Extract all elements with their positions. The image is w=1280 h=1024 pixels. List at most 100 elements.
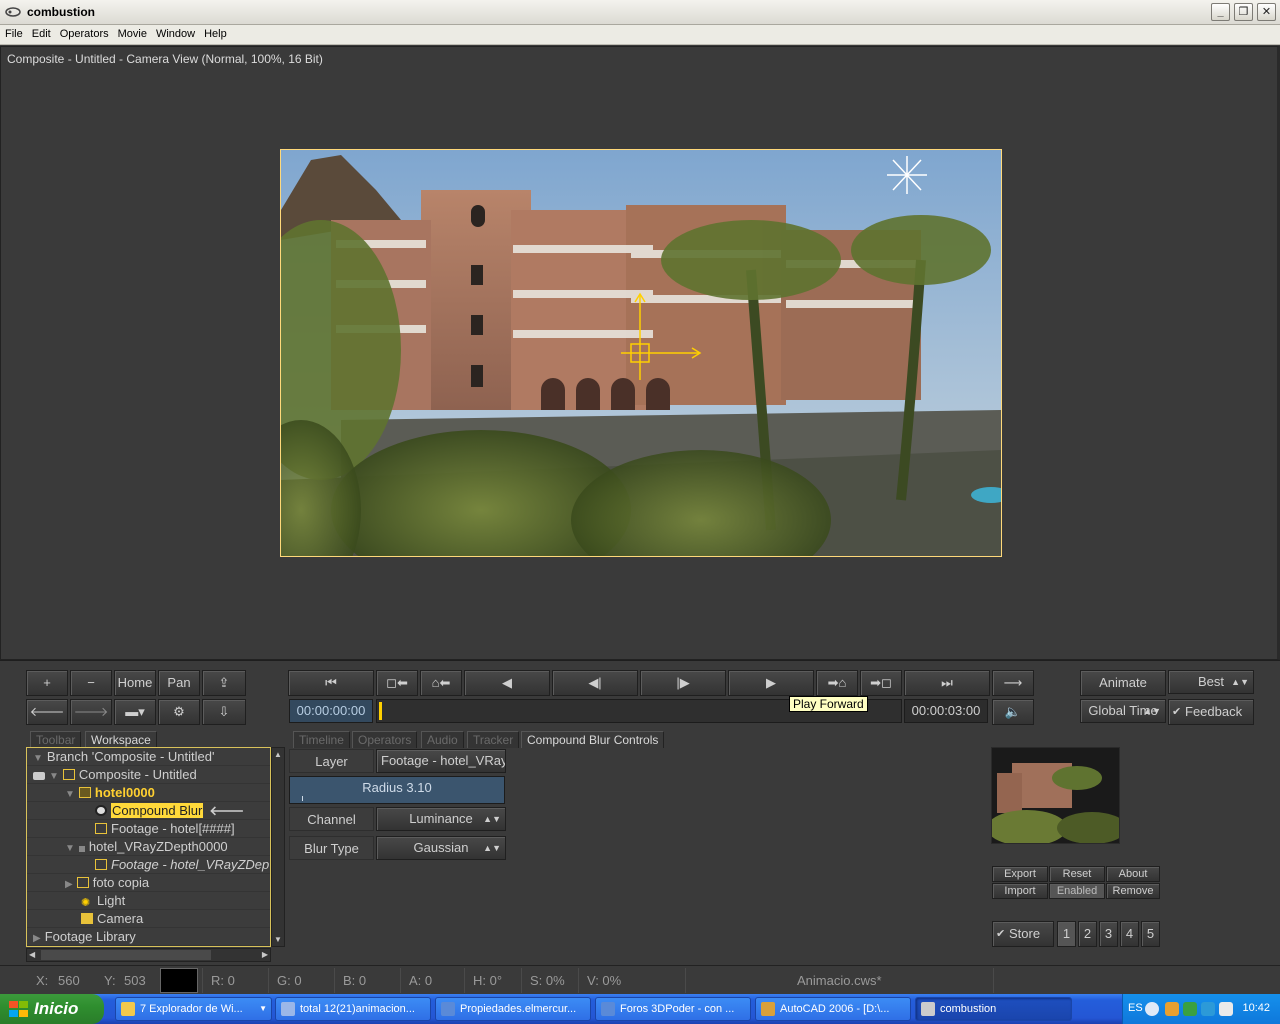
tray-volume-icon[interactable]	[1219, 1002, 1233, 1016]
eye-icon[interactable]	[33, 772, 45, 780]
red-value: R: 0	[211, 973, 235, 988]
workspace-filename: Animacio.cws*	[797, 973, 882, 988]
tree-item-hotel-layer[interactable]: ▼ hotel0000	[27, 784, 270, 802]
menu-help[interactable]: Help	[199, 25, 231, 40]
store-slot-1[interactable]: 1	[1057, 921, 1076, 947]
tree-item-composite[interactable]: ▼ Composite - Untitled	[27, 766, 270, 784]
tree-vertical-scrollbar[interactable]: ▲ ▼	[271, 747, 285, 947]
loop-icon[interactable]: ⟶	[992, 670, 1034, 696]
store-slot-2[interactable]: 2	[1078, 921, 1097, 947]
prev-key-icon[interactable]: ◻⬅	[376, 670, 418, 696]
task-propiedades[interactable]: Propiedades.elmercur...	[435, 997, 591, 1021]
store-slot-4[interactable]: 4	[1120, 921, 1139, 947]
tray-expand-icon[interactable]	[1145, 1002, 1159, 1016]
tab-compound-blur-controls[interactable]: Compound Blur Controls	[521, 731, 665, 748]
store-checkbox[interactable]: ✔ Store	[992, 921, 1054, 947]
download-icon[interactable]: ⇩	[202, 699, 246, 725]
store-slot-3[interactable]: 3	[1099, 921, 1118, 947]
composite-frame[interactable]	[280, 149, 1002, 557]
play-reverse-icon[interactable]: ◀	[464, 670, 550, 696]
tab-workspace[interactable]: Workspace	[85, 731, 157, 748]
reset-button[interactable]: Reset	[1049, 866, 1105, 882]
menu-window[interactable]: Window	[151, 25, 199, 40]
tree-item-foto-copia[interactable]: ▶ foto copia	[27, 874, 270, 892]
tree-horizontal-scrollbar[interactable]: ◀ ▶	[26, 948, 271, 962]
task-total[interactable]: total 12(21)animacion...	[275, 997, 431, 1021]
tab-audio[interactable]: Audio	[421, 731, 464, 748]
back-arrow-icon[interactable]: 🡐	[26, 699, 68, 725]
channel-dropdown[interactable]: Luminance ▲▼	[376, 807, 506, 831]
start-button[interactable]: Inicio	[0, 994, 104, 1024]
zoom-in-button[interactable]: +	[26, 670, 68, 696]
playhead[interactable]	[379, 702, 382, 720]
go-to-start-icon[interactable]: ⏮	[288, 670, 374, 696]
enabled-button[interactable]: Enabled	[1049, 883, 1105, 899]
scroll-right-icon[interactable]: ▶	[262, 950, 268, 959]
blur-type-dropdown[interactable]: Gaussian ▲▼	[376, 836, 506, 860]
operator-icon	[95, 805, 107, 816]
task-autocad[interactable]: AutoCAD 2006 - [D:\...	[755, 997, 911, 1021]
import-button[interactable]: Import	[992, 883, 1048, 899]
menu-movie[interactable]: Movie	[113, 25, 151, 40]
export-button[interactable]: Export	[992, 866, 1048, 882]
task-foros[interactable]: Foros 3DPoder - con ...	[595, 997, 751, 1021]
scroll-left-icon[interactable]: ◀	[29, 950, 35, 959]
task-combustion[interactable]: combustion	[915, 997, 1072, 1021]
play-forward-icon[interactable]: ▶	[728, 670, 814, 696]
tree-item-compound-blur[interactable]: Compound Blur 🡐	[27, 802, 270, 820]
about-button[interactable]: About	[1106, 866, 1160, 882]
tree-item-footage-hotel[interactable]: Footage - hotel[####]	[27, 820, 270, 838]
tab-toolbar[interactable]: Toolbar	[30, 731, 82, 748]
schematic-icon[interactable]: ⚙	[158, 699, 200, 725]
tab-timeline[interactable]: Timeline	[293, 731, 350, 748]
tray-network-icon[interactable]	[1183, 1002, 1197, 1016]
tree-item-footage-zdepth[interactable]: Footage - hotel_VRayZDep	[27, 856, 270, 874]
next-key-icon[interactable]: ➡◻	[860, 670, 902, 696]
menu-file[interactable]: File	[0, 25, 27, 40]
pan-button[interactable]: Pan	[158, 670, 200, 696]
scroll-down-icon[interactable]: ▼	[274, 935, 282, 944]
tree-item-branch[interactable]: ▼ Branch 'Composite - Untitled'	[27, 748, 270, 766]
store-slot-5[interactable]: 5	[1141, 921, 1160, 947]
forward-arrow-icon[interactable]: 🡒	[70, 699, 112, 725]
zoom-out-button[interactable]: −	[70, 670, 112, 696]
tree-item-camera[interactable]: Camera	[27, 910, 270, 928]
workspace-tree[interactable]: ▼ Branch 'Composite - Untitled' ▼ Composit…	[26, 747, 271, 947]
camera-viewer[interactable]: Composite - Untitled - Camera View (Norm…	[0, 46, 1280, 660]
end-time-field[interactable]: 00:00:03:00	[904, 699, 988, 723]
minimize-button[interactable]: _	[1211, 3, 1230, 21]
quality-dropdown[interactable]: Best ▲▼	[1168, 670, 1254, 694]
feedback-checkbox[interactable]: ✔ Feedback	[1168, 699, 1254, 725]
step-back-icon[interactable]: ◀|	[552, 670, 638, 696]
task-explorer[interactable]: 7 Explorador de Wi... ▼	[115, 997, 272, 1021]
language-indicator[interactable]: ES	[1128, 1002, 1143, 1014]
update-icon[interactable]: ⇪	[202, 670, 246, 696]
go-to-end-icon[interactable]: ⏭	[904, 670, 990, 696]
tray-shield-icon[interactable]	[1201, 1002, 1215, 1016]
prev-marker-icon[interactable]: ⌂⬅	[420, 670, 462, 696]
next-marker-icon[interactable]: ➡⌂	[816, 670, 858, 696]
menu-operators[interactable]: Operators	[55, 25, 113, 40]
tab-operators[interactable]: Operators	[352, 731, 418, 748]
tab-tracker[interactable]: Tracker	[467, 731, 520, 748]
home-button[interactable]: Home	[114, 670, 156, 696]
animate-button[interactable]: Animate	[1080, 670, 1166, 696]
restore-button[interactable]: ❐	[1234, 3, 1253, 21]
tray-app-icon[interactable]	[1165, 1002, 1179, 1016]
collapse-arrow-icon: ▶	[65, 879, 73, 890]
view-mode-icon[interactable]: ▬▾	[114, 699, 156, 725]
radius-slider[interactable]: Radius 3.10	[289, 776, 505, 804]
step-forward-icon[interactable]: |▶	[640, 670, 726, 696]
tree-item-zdepth-layer[interactable]: ▼ hotel_VRayZDepth0000	[27, 838, 270, 856]
layer-dropdown[interactable]: Footage - hotel_VRay	[376, 749, 506, 773]
menu-edit[interactable]: Edit	[27, 25, 55, 40]
current-time-field[interactable]: 00:00:00:00	[289, 699, 373, 723]
remove-button[interactable]: Remove	[1106, 883, 1160, 899]
scroll-up-icon[interactable]: ▲	[274, 750, 282, 759]
close-button[interactable]: ✕	[1257, 3, 1276, 21]
time-mode-dropdown[interactable]: Global Time ▲▼	[1080, 699, 1166, 723]
audio-icon[interactable]: 🔈	[992, 699, 1034, 725]
tree-item-light[interactable]: ✺ Light	[27, 892, 270, 910]
scroll-thumb[interactable]	[41, 950, 211, 960]
tree-item-footage-library[interactable]: ▶ Footage Library	[27, 928, 270, 946]
